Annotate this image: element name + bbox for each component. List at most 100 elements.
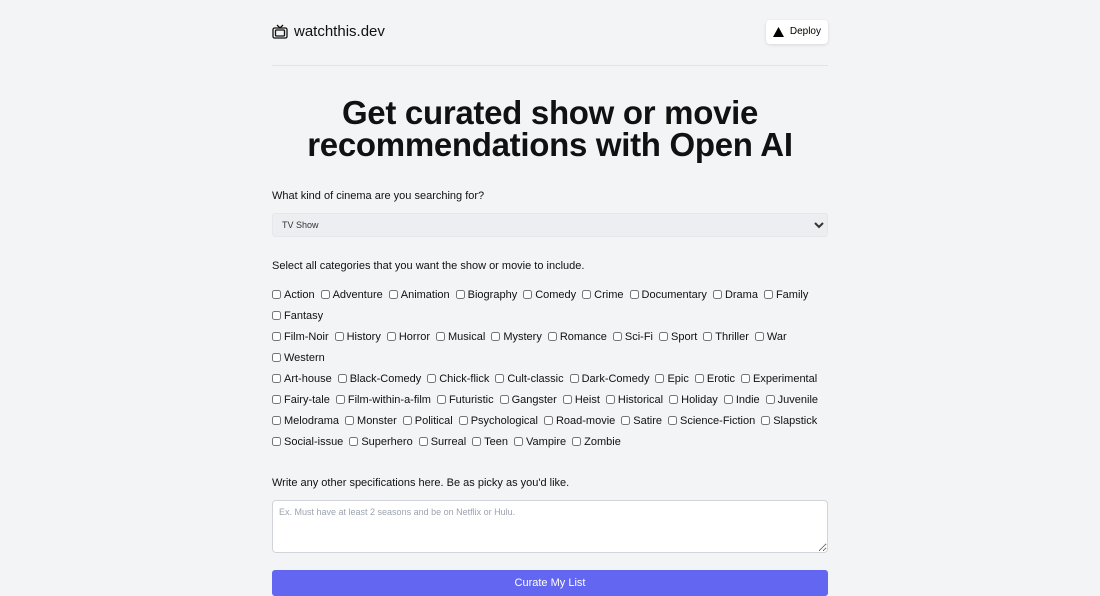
category-checkbox[interactable] — [272, 416, 281, 425]
category-checkbox[interactable] — [572, 437, 582, 446]
category-satire[interactable]: Satire — [621, 410, 662, 431]
category-crime[interactable]: Crime — [582, 284, 624, 305]
category-animation[interactable]: Animation — [388, 284, 450, 305]
category-checkbox[interactable] — [655, 374, 665, 383]
category-zombie[interactable]: Zombie — [572, 431, 621, 452]
category-monster[interactable]: Monster — [345, 410, 397, 431]
category-drama[interactable]: Drama — [712, 284, 758, 305]
category-film-within-a-film[interactable]: Film-within-a-film — [335, 389, 431, 410]
category-checkbox[interactable] — [388, 290, 398, 299]
category-checkbox[interactable] — [562, 395, 572, 404]
category-checkbox[interactable] — [349, 437, 359, 446]
category-checkbox[interactable] — [386, 332, 396, 341]
category-fantasy[interactable]: Fantasy — [272, 305, 323, 326]
category-surreal[interactable]: Surreal — [418, 431, 466, 452]
category-checkbox[interactable] — [765, 395, 775, 404]
category-horror[interactable]: Horror — [386, 326, 430, 347]
category-historical[interactable]: Historical — [605, 389, 663, 410]
category-romance[interactable]: Romance — [547, 326, 607, 347]
category-checkbox[interactable] — [514, 437, 524, 446]
category-checkbox[interactable] — [455, 290, 465, 299]
category-checkbox[interactable] — [761, 416, 771, 425]
category-superhero[interactable]: Superhero — [349, 431, 413, 452]
category-checkbox[interactable] — [605, 395, 615, 404]
category-checkbox[interactable] — [659, 332, 668, 341]
category-heist[interactable]: Heist — [562, 389, 600, 410]
category-checkbox[interactable] — [668, 416, 678, 425]
category-checkbox[interactable] — [621, 416, 631, 425]
category-checkbox[interactable] — [272, 332, 281, 341]
category-checkbox[interactable] — [334, 332, 344, 341]
category-musical[interactable]: Musical — [436, 326, 485, 347]
category-war[interactable]: War — [754, 326, 787, 347]
category-teen[interactable]: Teen — [472, 431, 508, 452]
category-checkbox[interactable] — [669, 395, 679, 404]
category-checkbox[interactable] — [320, 290, 330, 299]
category-checkbox[interactable] — [694, 374, 704, 383]
category-checkbox[interactable] — [582, 290, 592, 299]
specs-textarea[interactable] — [272, 500, 828, 553]
category-checkbox[interactable] — [272, 374, 281, 383]
category-checkbox[interactable] — [712, 290, 722, 299]
category-checkbox[interactable] — [436, 332, 446, 341]
category-checkbox[interactable] — [472, 437, 482, 446]
category-checkbox[interactable] — [272, 437, 281, 446]
category-checkbox[interactable] — [272, 311, 281, 320]
category-mystery[interactable]: Mystery — [491, 326, 542, 347]
category-checkbox[interactable] — [523, 290, 533, 299]
category-checkbox[interactable] — [427, 374, 437, 383]
category-slapstick[interactable]: Slapstick — [761, 410, 817, 431]
category-political[interactable]: Political — [402, 410, 453, 431]
category-experimental[interactable]: Experimental — [740, 368, 817, 389]
category-checkbox[interactable] — [495, 374, 505, 383]
category-checkbox[interactable] — [337, 374, 347, 383]
category-epic[interactable]: Epic — [655, 368, 689, 389]
category-dark-comedy[interactable]: Dark-Comedy — [569, 368, 649, 389]
logo[interactable]: watchthis.dev — [272, 23, 385, 40]
category-erotic[interactable]: Erotic — [694, 368, 735, 389]
category-adventure[interactable]: Adventure — [320, 284, 383, 305]
category-history[interactable]: History — [334, 326, 381, 347]
category-science-fiction[interactable]: Science-Fiction — [668, 410, 755, 431]
category-biography[interactable]: Biography — [455, 284, 517, 305]
category-family[interactable]: Family — [763, 284, 808, 305]
category-checkbox[interactable] — [740, 374, 750, 383]
deploy-button[interactable]: Deploy — [765, 19, 828, 44]
category-checkbox[interactable] — [436, 395, 446, 404]
category-fairy-tale[interactable]: Fairy-tale — [272, 389, 330, 410]
category-comedy[interactable]: Comedy — [523, 284, 576, 305]
category-checkbox[interactable] — [569, 374, 579, 383]
cinema-type-select[interactable]: TV Show — [272, 213, 828, 237]
category-melodrama[interactable]: Melodrama — [272, 410, 339, 431]
category-checkbox[interactable] — [418, 437, 428, 446]
category-psychological[interactable]: Psychological — [458, 410, 538, 431]
category-checkbox[interactable] — [543, 416, 553, 425]
category-social-issue[interactable]: Social-issue — [272, 431, 343, 452]
category-checkbox[interactable] — [723, 395, 733, 404]
category-checkbox[interactable] — [272, 395, 281, 404]
category-documentary[interactable]: Documentary — [629, 284, 707, 305]
category-checkbox[interactable] — [272, 353, 281, 362]
category-futuristic[interactable]: Futuristic — [436, 389, 494, 410]
category-juvenile[interactable]: Juvenile — [765, 389, 818, 410]
category-checkbox[interactable] — [763, 290, 773, 299]
category-cult-classic[interactable]: Cult-classic — [495, 368, 564, 389]
category-film-noir[interactable]: Film-Noir — [272, 326, 329, 347]
category-checkbox[interactable] — [335, 395, 345, 404]
category-checkbox[interactable] — [272, 290, 281, 299]
category-holiday[interactable]: Holiday — [669, 389, 718, 410]
category-road-movie[interactable]: Road-movie — [543, 410, 615, 431]
category-black-comedy[interactable]: Black-Comedy — [337, 368, 421, 389]
category-checkbox[interactable] — [547, 332, 557, 341]
category-indie[interactable]: Indie — [723, 389, 760, 410]
category-vampire[interactable]: Vampire — [514, 431, 566, 452]
category-checkbox[interactable] — [629, 290, 639, 299]
category-checkbox[interactable] — [754, 332, 764, 341]
category-thriller[interactable]: Thriller — [703, 326, 749, 347]
category-checkbox[interactable] — [499, 395, 509, 404]
category-western[interactable]: Western — [272, 347, 325, 368]
category-art-house[interactable]: Art-house — [272, 368, 332, 389]
category-sci-fi[interactable]: Sci-Fi — [612, 326, 653, 347]
category-checkbox[interactable] — [458, 416, 468, 425]
category-checkbox[interactable] — [345, 416, 355, 425]
